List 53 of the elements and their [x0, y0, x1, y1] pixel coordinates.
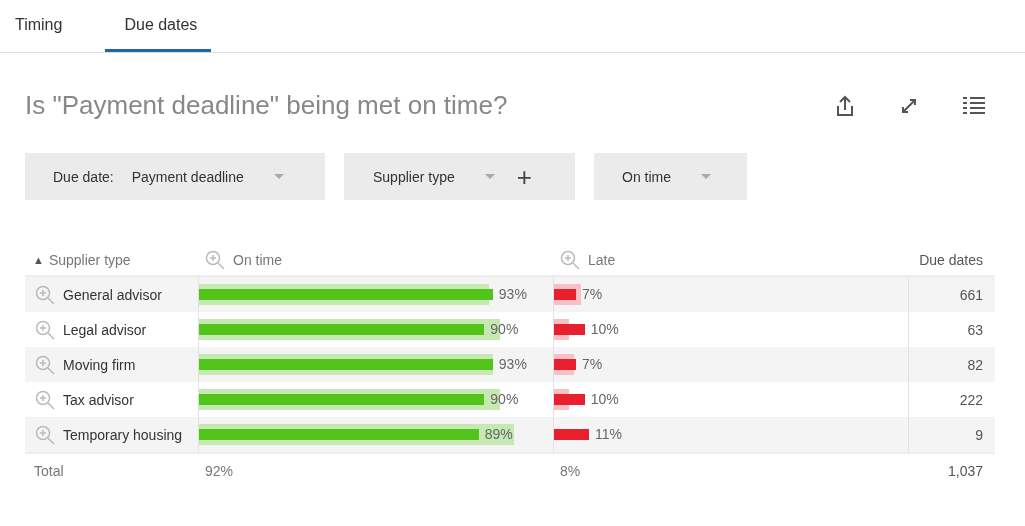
page-title: Is "Payment deadline" being met on time? — [25, 90, 508, 121]
column-header[interactable]: On time — [233, 251, 282, 268]
percent-value: 90% — [490, 391, 519, 407]
row-label: General advisor — [63, 286, 162, 303]
total-value: 1,037 — [947, 462, 983, 479]
expand-icon[interactable] — [901, 97, 917, 114]
filter-value: Payment deadline — [131, 168, 244, 185]
sort-indicator[interactable]: ▲ — [33, 253, 44, 266]
zoom-in-icon[interactable] — [560, 249, 580, 270]
caret-icon — [484, 174, 495, 179]
zoom-in-icon[interactable] — [205, 249, 225, 270]
row-label: Moving firm — [63, 356, 136, 373]
percent-value: 93% — [498, 286, 527, 302]
column-header[interactable]: Due dates — [919, 251, 983, 268]
filter-dropdown[interactable]: On time — [594, 153, 747, 200]
table-cell: 222 — [959, 391, 983, 408]
table-cell: 63 — [967, 321, 983, 338]
row-label: Temporary housing — [63, 426, 183, 443]
total-value: 8% — [560, 462, 581, 479]
zoom-in-icon[interactable] — [35, 284, 55, 305]
column-header[interactable]: Supplier type — [48, 251, 131, 268]
tab[interactable]: Due dates — [105, 0, 212, 52]
caret-icon — [273, 174, 284, 179]
table-cell: 9 — [975, 426, 983, 443]
zoom-in-icon[interactable] — [35, 354, 55, 375]
filter-value: On time — [622, 168, 671, 185]
percent-value: 7% — [581, 286, 603, 302]
zoom-in-icon[interactable] — [35, 319, 55, 340]
add-button[interactable]: + — [516, 163, 532, 190]
filter-value: Supplier type — [373, 168, 455, 185]
percent-value: 93% — [498, 356, 527, 372]
filter-dropdown[interactable]: Due date: Payment deadline — [25, 153, 325, 200]
zoom-in-icon[interactable] — [35, 424, 55, 445]
filter-label: Due date: — [53, 168, 114, 185]
column-header[interactable]: Late — [588, 251, 616, 268]
row-label: Tax advisor — [63, 391, 134, 408]
caret-icon — [701, 174, 711, 179]
list-icon[interactable] — [963, 95, 985, 116]
tab[interactable]: Timing — [0, 0, 78, 52]
row-label: Legal advisor — [63, 321, 147, 338]
percent-value: 10% — [590, 321, 619, 337]
table-cell: 82 — [967, 356, 983, 373]
percent-value: 89% — [484, 426, 513, 442]
filter-dropdown[interactable]: Supplier type + — [344, 153, 575, 200]
percent-value: 90% — [490, 321, 519, 337]
table-cell: 661 — [959, 286, 983, 303]
percent-value: 7% — [581, 356, 603, 372]
percent-value: 10% — [590, 391, 619, 407]
share-icon[interactable] — [835, 94, 855, 117]
total-value: 92% — [205, 462, 234, 479]
percent-value: 11% — [595, 426, 622, 442]
zoom-in-icon[interactable] — [35, 389, 55, 410]
total-label: Total — [34, 462, 64, 479]
